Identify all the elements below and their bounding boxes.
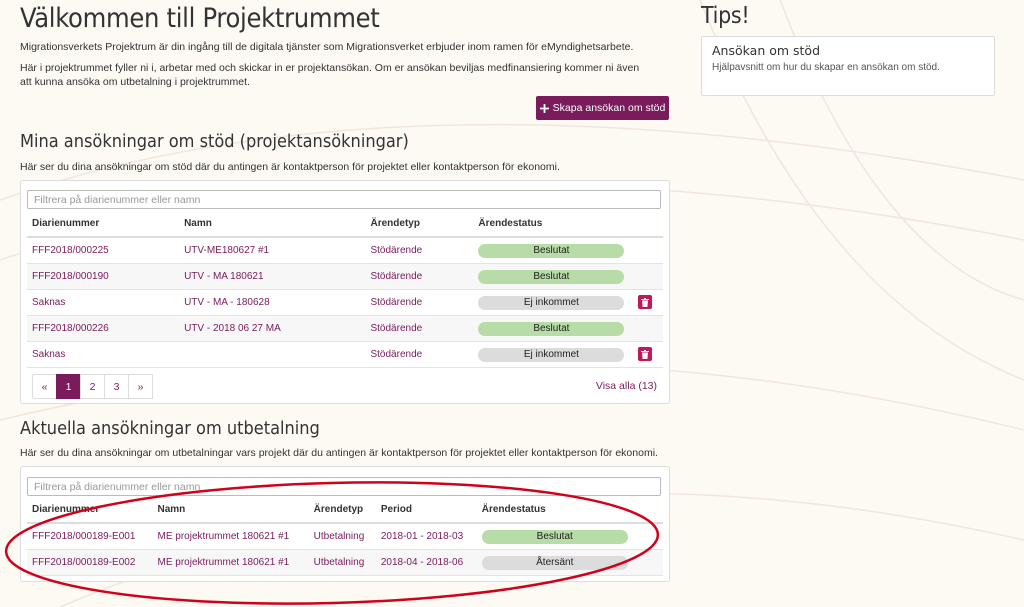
column-header: Diarienummer [27,497,153,524]
table-row: FFF2018/000225 UTV-ME180627 #1 Stödärend… [27,237,663,264]
case-number-link[interactable]: FFF2018/000225 [27,237,180,264]
table-row: Saknas Stödärende Ej inkommet [27,341,663,368]
support-filter-input[interactable] [27,190,661,209]
case-type: Stödärende [365,341,474,368]
status-badge: Beslutat [478,269,625,284]
case-type: Stödärende [365,263,474,290]
pagination-next[interactable]: » [128,374,153,399]
case-name-link[interactable]: UTV - MA - 180628 [179,289,366,316]
actions-cell [633,289,663,316]
actions-cell [633,315,663,342]
case-number-link[interactable]: FFF2018/000226 [27,315,180,342]
case-type: Utbetalning [308,549,376,576]
payout-filter-input[interactable] [27,477,661,496]
page-title: Välkommen till Projektrummet [20,3,380,34]
create-application-button[interactable]: Skapa ansökan om stöd [536,96,669,120]
status-badge: Beslutat [481,529,628,544]
pagination-page-3[interactable]: 3 [104,374,129,399]
payout-panel: Diarienummer Namn Ärendetyp Period Ärend… [20,466,670,582]
table-row: FFF2018/000189-E002 ME projektrummet 180… [27,549,663,576]
column-header-actions [633,211,663,238]
tip-card[interactable]: Ansökan om stöd Hjälpavsnitt om hur du s… [701,36,995,96]
case-name-link[interactable] [179,341,366,368]
actions-cell [633,263,663,290]
case-status-cell: Beslutat [473,263,634,290]
pagination: « 1 2 3 » [32,374,153,399]
case-name-link[interactable]: UTV - MA 180621 [179,263,366,290]
create-application-label: Skapa ansökan om stöd [552,102,666,114]
delete-button[interactable] [638,347,653,362]
tip-title: Ansökan om stöd [712,43,821,58]
status-badge: Ej inkommet [478,295,625,310]
tips-heading: Tips! [701,3,750,29]
column-header: Ärendetyp [365,211,474,238]
column-header: Period [375,497,477,524]
case-number-link[interactable]: Saknas [27,289,180,316]
tip-text: Hjälpavsnitt om hur du skapar en ansökan… [712,62,940,73]
table-header-row: Diarienummer Namn Ärendetyp Ärendestatus [27,211,663,238]
intro-text-1: Migrationsverkets Projektrum är din ingå… [20,41,634,53]
payout-description: Här ser du dina ansökningar om utbetalni… [20,447,658,459]
case-period: 2018-01 - 2018-03 [375,523,477,550]
trash-icon [641,349,650,359]
column-header: Ärendestatus [473,211,634,238]
pagination-page-1[interactable]: 1 [56,374,81,399]
status-badge: Beslutat [478,243,625,258]
case-name-link[interactable]: UTV-ME180627 #1 [179,237,366,264]
column-header: Namn [179,211,366,238]
case-status-cell: Ej inkommet [473,289,634,316]
case-type: Stödärende [365,315,474,342]
support-table: Diarienummer Namn Ärendetyp Ärendestatus… [27,211,663,368]
case-type: Utbetalning [308,523,376,550]
case-period: 2018-04 - 2018-06 [375,549,477,576]
case-name-link[interactable]: UTV - 2018 06 27 MA [179,315,366,342]
case-number-link[interactable]: FFF2018/000189-E001 [27,523,153,550]
status-badge: Återsänt [481,555,628,570]
case-number-link[interactable]: FFF2018/000190 [27,263,180,290]
column-header: Diarienummer [27,211,180,238]
case-status-cell: Beslutat [473,237,634,264]
case-status-cell: Beslutat [476,523,663,550]
support-panel: Diarienummer Namn Ärendetyp Ärendestatus… [20,180,670,404]
support-heading: Mina ansökningar om stöd (projektansökni… [20,131,409,152]
column-header: Ärendestatus [476,497,663,524]
trash-icon [641,297,650,307]
actions-cell [633,341,663,368]
pagination-prev[interactable]: « [32,374,57,399]
table-row: Saknas UTV - MA - 180628 Stödärende Ej i… [27,289,663,316]
actions-cell [633,237,663,264]
case-status-cell: Beslutat [473,315,634,342]
case-type: Stödärende [365,289,474,316]
case-name-link[interactable]: ME projektrummet 180621 #1 [152,523,309,550]
delete-button[interactable] [638,295,653,310]
plus-icon [539,103,549,113]
column-header: Namn [152,497,309,524]
case-name-link[interactable]: ME projektrummet 180621 #1 [152,549,309,576]
table-row: FFF2018/000189-E001 ME projektrummet 180… [27,523,663,550]
table-row: FFF2018/000190 UTV - MA 180621 Stödärend… [27,263,663,290]
payout-heading: Aktuella ansökningar om utbetalning [20,418,320,439]
case-status-cell: Återsänt [476,549,663,576]
column-header: Ärendetyp [308,497,376,524]
payout-table: Diarienummer Namn Ärendetyp Period Ärend… [27,497,663,576]
pagination-page-2[interactable]: 2 [80,374,105,399]
intro-text-2: Här i projektrummet fyller ni i, arbetar… [20,62,640,88]
case-type: Stödärende [365,237,474,264]
status-badge: Ej inkommet [478,347,625,362]
case-status-cell: Ej inkommet [473,341,634,368]
table-header-row: Diarienummer Namn Ärendetyp Period Ärend… [27,497,663,524]
case-number-link[interactable]: FFF2018/000189-E002 [27,549,153,576]
support-description: Här ser du dina ansökningar om stöd där … [20,161,560,173]
status-badge: Beslutat [478,321,625,336]
view-all-link[interactable]: Visa alla (13) [596,380,657,392]
case-number-link[interactable]: Saknas [27,341,180,368]
table-row: FFF2018/000226 UTV - 2018 06 27 MA Stödä… [27,315,663,342]
